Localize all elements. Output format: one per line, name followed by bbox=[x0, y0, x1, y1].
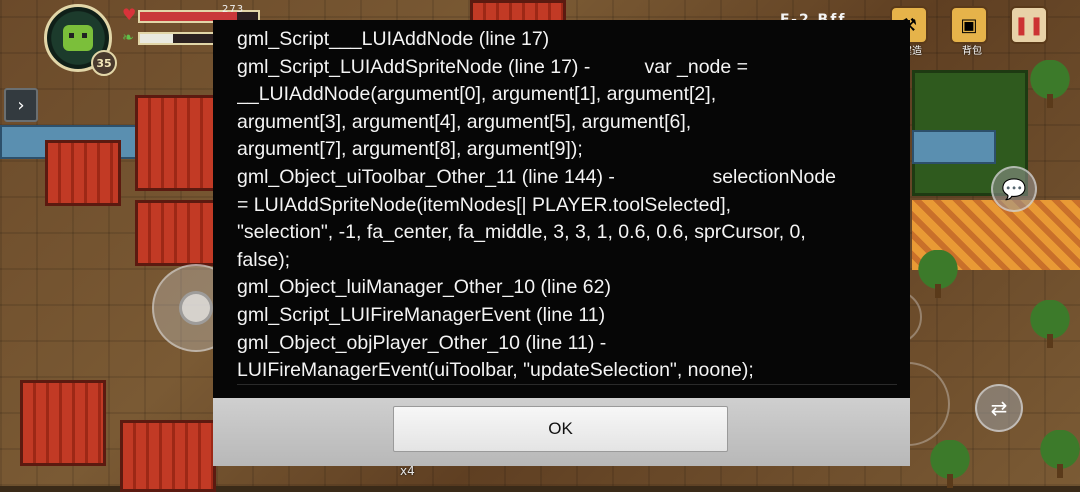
error-message-line: argument[3], argument[4], argument[5], a… bbox=[237, 110, 692, 133]
tree bbox=[1040, 430, 1080, 478]
chevron-right-icon: › bbox=[17, 94, 25, 116]
building-roof bbox=[120, 420, 216, 492]
water-path bbox=[912, 130, 996, 164]
error-dialog: gml_Script___LUIAddNode (line 17) gml_Scr… bbox=[213, 20, 910, 466]
heart-icon: ♥ bbox=[122, 5, 137, 24]
error-message-line: gml_Object_uiToolbar_Other_11 (line 144)… bbox=[237, 165, 837, 188]
error-message-line: gml_Object_luiManager_Other_10 (line 62) bbox=[237, 276, 611, 299]
building-roof bbox=[20, 380, 106, 466]
tree bbox=[1030, 60, 1070, 108]
backpack-button[interactable]: ▣ bbox=[950, 6, 988, 44]
tree bbox=[1030, 300, 1070, 348]
error-message-line: false); bbox=[237, 248, 291, 271]
swap-button[interactable]: ⇄ bbox=[975, 384, 1023, 432]
error-message-line: gml_Script_LUIAddSpriteNode (line 17) - … bbox=[237, 55, 749, 78]
error-message-line: = LUIAddSpriteNode(itemNodes[| PLAYER.to… bbox=[237, 193, 732, 216]
error-message-line: argument[7], argument[8], argument[9]); bbox=[237, 138, 583, 161]
swap-icon: ⇄ bbox=[990, 396, 1008, 420]
pause-icon: ❚❚ bbox=[1013, 14, 1045, 36]
building-roof bbox=[135, 95, 221, 191]
error-message-line: LUIFireManagerEvent(uiToolbar, "updateSe… bbox=[237, 359, 754, 382]
building-roof bbox=[135, 200, 221, 266]
pause-button[interactable]: ❚❚ bbox=[1010, 6, 1048, 44]
error-message-line: __LUIAddNode(argument[0], argument[1], a… bbox=[237, 83, 717, 106]
backpack-label: 背包 bbox=[962, 46, 982, 57]
player-level-badge: 35 bbox=[91, 50, 117, 76]
error-message-line: gml_Script_LUIFireManagerEvent (line 11) bbox=[237, 303, 606, 326]
health-value: 273 bbox=[222, 4, 245, 15]
tree bbox=[930, 440, 970, 488]
error-message-line: "selection", -1, fa_center, fa_middle, 3… bbox=[237, 221, 806, 244]
ok-button[interactable]: OK bbox=[393, 406, 728, 452]
dialog-divider bbox=[237, 384, 897, 385]
error-message-line: gml_Script___LUIAddNode (line 17) bbox=[237, 28, 550, 50]
building-roof bbox=[45, 140, 121, 206]
chat-button[interactable]: 💬 bbox=[991, 166, 1037, 212]
backpack-icon: ▣ bbox=[960, 14, 978, 36]
leaf-icon: ❧ bbox=[122, 30, 134, 46]
dialog-footer: OK bbox=[213, 398, 910, 466]
item-count: x4 bbox=[400, 464, 415, 478]
chat-icon: 💬 bbox=[1001, 177, 1027, 201]
joystick-knob[interactable] bbox=[179, 291, 213, 325]
error-message-line: gml_Object_objPlayer_Other_10 (line 11) … bbox=[237, 331, 607, 354]
tree bbox=[918, 250, 958, 298]
error-message[interactable]: gml_Script___LUIAddNode (line 17) gml_Scr… bbox=[237, 26, 897, 386]
player-avatar bbox=[63, 25, 93, 51]
expand-menu-button[interactable]: › bbox=[4, 88, 38, 122]
energy-bar-fill bbox=[140, 34, 174, 43]
